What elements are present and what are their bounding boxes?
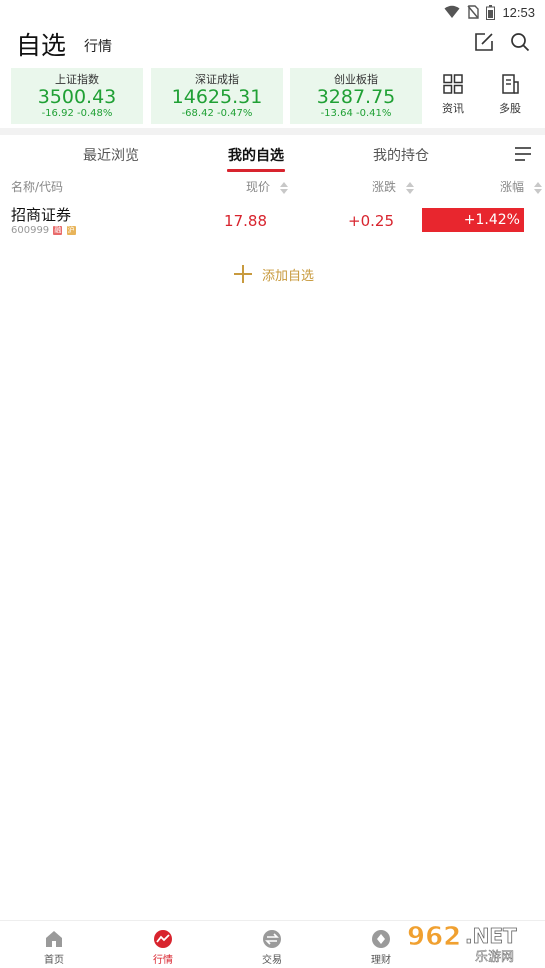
stock-price: 17.88 <box>224 212 267 230</box>
market-icon <box>154 930 172 948</box>
news-button[interactable]: 资讯 <box>431 70 475 122</box>
tab-my-holdings[interactable]: 我的持仓 <box>373 145 429 165</box>
edit-icon <box>475 33 493 51</box>
index-card-shanghai[interactable]: 上证指数 3500.43 -16.92 -0.48% <box>11 68 143 124</box>
trade-icon <box>263 930 281 948</box>
column-pct: 涨幅 <box>500 180 525 194</box>
stock-change: +0.25 <box>348 212 394 230</box>
plus-icon <box>234 265 252 283</box>
nav-trade-label: 交易 <box>262 955 282 966</box>
index-value: 14625.31 <box>171 86 263 108</box>
svg-text:.NET: .NET <box>465 924 517 948</box>
index-change-pct: -0.41% <box>356 108 392 119</box>
tab-recent[interactable]: 最近浏览 <box>83 145 139 165</box>
column-price: 现价 <box>246 180 271 194</box>
market-tab[interactable]: 行情 <box>84 36 112 56</box>
multi-stock-icon <box>502 74 519 94</box>
index-card-chinext[interactable]: 创业板指 3287.75 -13.64 -0.41% <box>290 68 422 124</box>
add-watchlist-button[interactable]: 添加自选 <box>232 262 314 286</box>
column-pct-sort[interactable]: 涨幅 <box>500 178 543 195</box>
add-watchlist-label: 添加自选 <box>262 268 315 284</box>
watchlist-tabs: 最近浏览 我的自选 我的持仓 <box>0 135 545 174</box>
stock-code-line: 600999 融 沪 <box>11 225 76 236</box>
search-icon <box>511 33 530 52</box>
margin-badge: 融 <box>53 225 63 235</box>
index-row: 上证指数 3500.43 -16.92 -0.48% 深证成指 14625.31… <box>0 68 545 124</box>
news-label: 资讯 <box>442 102 464 115</box>
grid-icon <box>443 74 463 94</box>
nav-finance-label: 理财 <box>371 955 391 966</box>
watermark-logo: 962 .NET 乐游网 <box>407 922 518 965</box>
index-change-pct: -0.47% <box>217 108 253 119</box>
sort-icon <box>405 181 414 194</box>
multi-stock-button[interactable]: 多股 <box>488 70 532 122</box>
column-name-code: 名称/代码 <box>11 180 64 194</box>
column-change: 涨跌 <box>372 180 397 194</box>
status-bar: 12:53 <box>0 0 545 24</box>
svg-text:962: 962 <box>407 922 461 952</box>
index-change: -68.42 -0.47% <box>151 108 283 120</box>
exchange-badge: 沪 <box>66 225 76 235</box>
index-change: -13.64 -0.41% <box>290 108 422 120</box>
index-name: 深证成指 <box>195 73 239 86</box>
tab-my-watchlist[interactable]: 我的自选 <box>228 145 284 165</box>
index-name: 创业板指 <box>334 73 378 86</box>
status-time: 12:53 <box>502 4 535 20</box>
column-change-sort[interactable]: 涨跌 <box>372 178 415 195</box>
header: 自选 行情 <box>0 24 545 66</box>
search-button[interactable] <box>508 30 532 54</box>
nav-home[interactable]: 首页 <box>24 929 84 966</box>
nav-trade[interactable]: 交易 <box>242 929 302 966</box>
nav-market[interactable]: 行情 <box>133 929 193 966</box>
edit-button[interactable] <box>472 30 496 54</box>
index-card-shenzhen[interactable]: 深证成指 14625.31 -68.42 -0.47% <box>151 68 283 124</box>
sort-icon <box>533 181 542 194</box>
no-sim-icon <box>467 5 480 19</box>
index-change: -16.92 -0.48% <box>11 108 143 120</box>
nav-finance[interactable]: 理财 <box>351 929 411 966</box>
nav-home-label: 首页 <box>44 955 64 966</box>
stock-change-pct: +1.42% <box>422 208 524 232</box>
nav-market-label: 行情 <box>153 955 173 966</box>
wifi-icon <box>444 5 460 18</box>
battery-icon <box>486 4 496 20</box>
table-row[interactable]: 招商证券 600999 融 沪 17.88 +0.25 +1.42% <box>0 198 545 242</box>
menu-icon[interactable] <box>513 145 533 163</box>
finance-icon <box>372 930 390 948</box>
index-change-pct: -0.48% <box>77 108 113 119</box>
multi-stock-label: 多股 <box>499 102 521 115</box>
index-change-points: -16.92 <box>41 108 74 119</box>
index-value: 3500.43 <box>37 86 117 108</box>
stock-code: 600999 <box>11 225 50 236</box>
index-change-points: -68.42 <box>181 108 214 119</box>
home-icon <box>46 931 62 947</box>
index-name: 上证指数 <box>55 73 99 86</box>
column-price-sort[interactable]: 现价 <box>246 178 289 195</box>
status-icons: 12:53 <box>444 3 535 21</box>
stock-name: 招商证券 <box>11 206 72 224</box>
sort-icon <box>279 181 288 194</box>
active-tab-indicator <box>227 169 285 172</box>
svg-text:乐游网: 乐游网 <box>475 950 514 965</box>
index-value: 3287.75 <box>316 86 396 108</box>
table-header: 名称/代码 现价 涨跌 涨幅 <box>0 175 545 197</box>
section-divider <box>0 128 545 135</box>
index-change-points: -13.64 <box>320 108 353 119</box>
page-title: 自选 <box>16 31 67 60</box>
